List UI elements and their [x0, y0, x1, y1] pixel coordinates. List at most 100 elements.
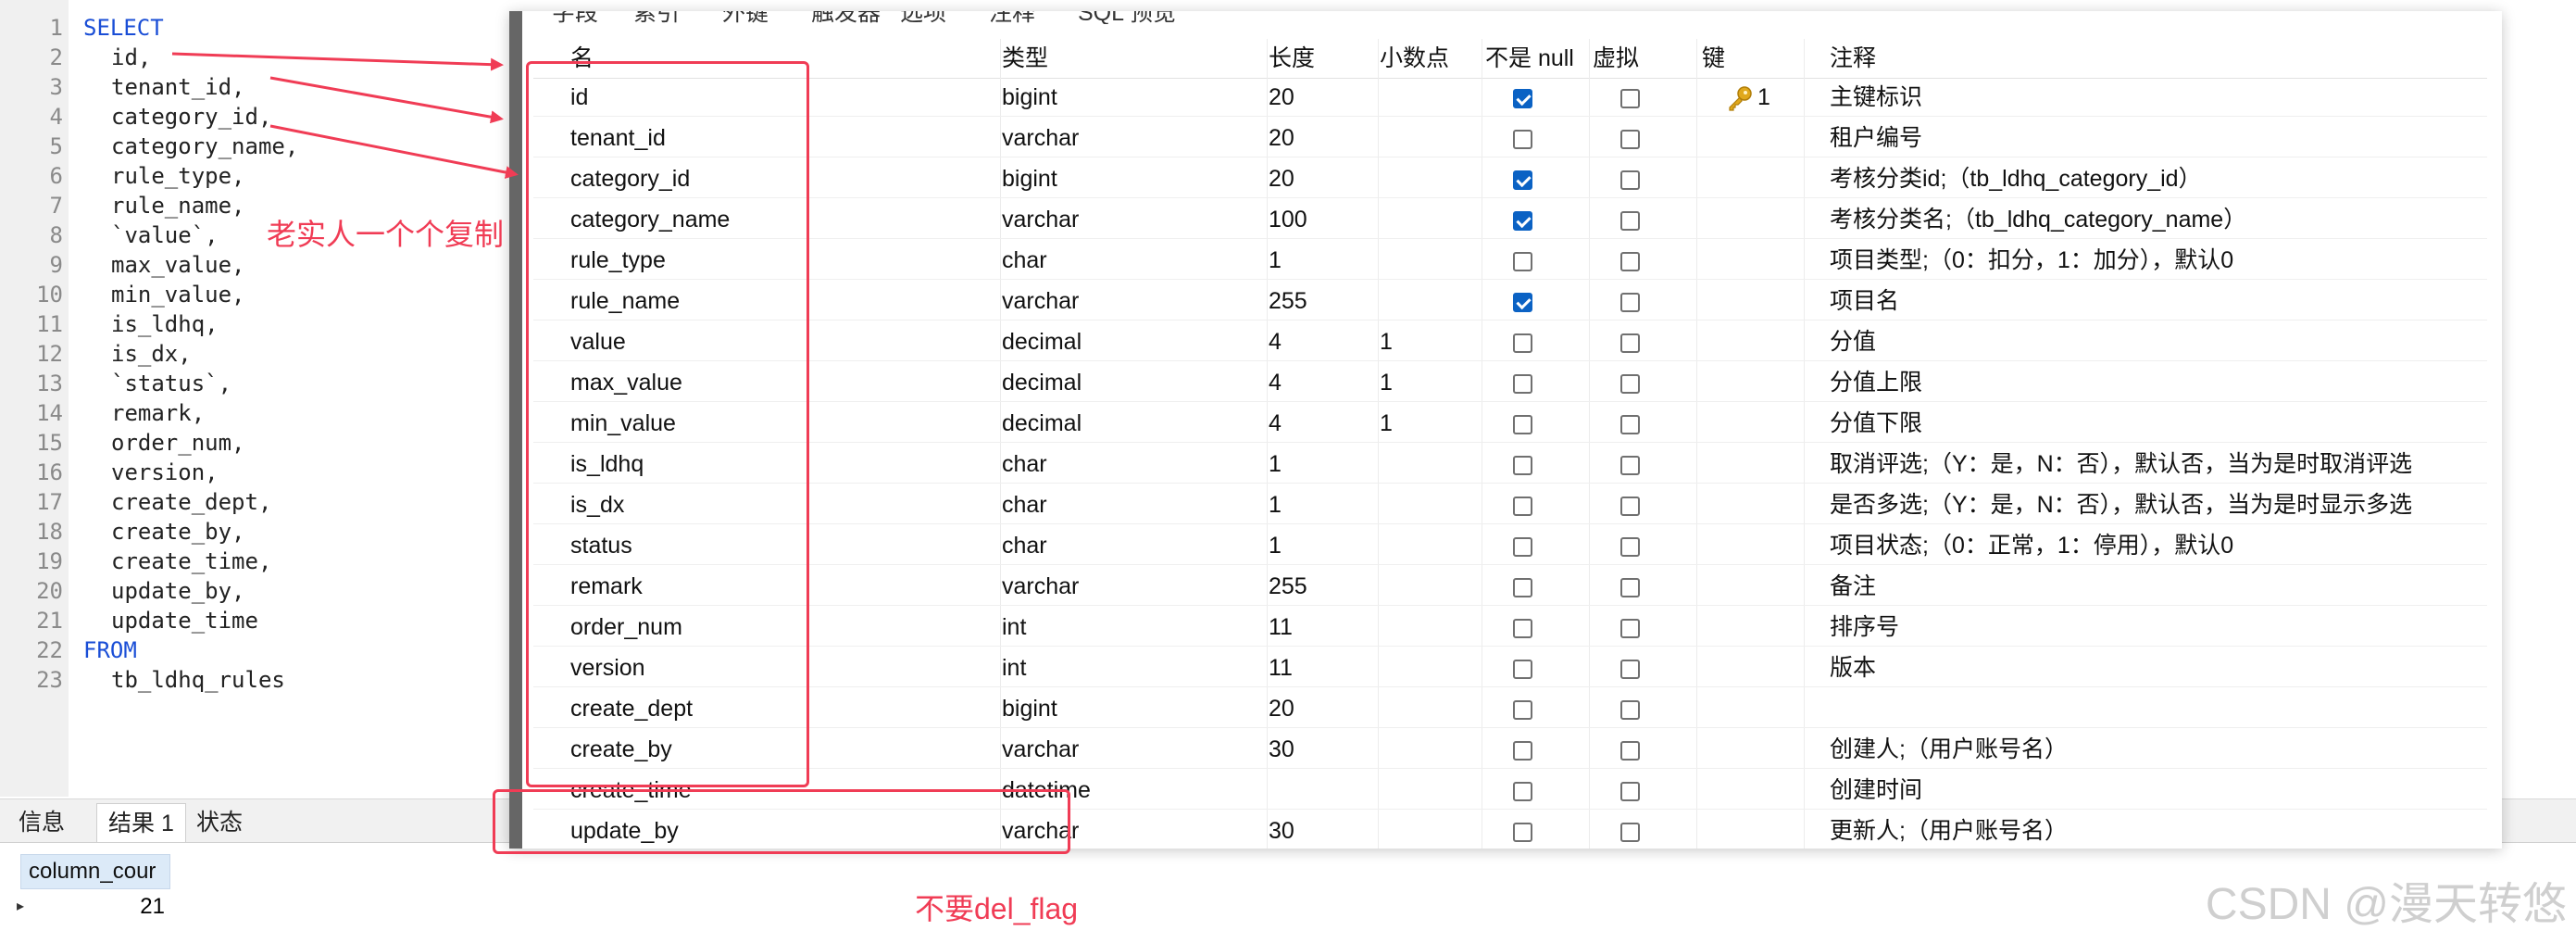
- field-row[interactable]: is_dx char 1 是否多选;（Y：是，N：否），默认否，当为是时显示多选: [533, 487, 2487, 524]
- field-decimals-cell[interactable]: [1380, 487, 1482, 523]
- field-comment-cell[interactable]: [1830, 691, 2419, 727]
- code-line[interactable]: 22 FROM: [0, 635, 519, 665]
- virtual-checkbox[interactable]: [1620, 333, 1640, 353]
- virtual-checkbox[interactable]: [1620, 537, 1640, 557]
- field-comment-cell[interactable]: 创建人;（用户账号名）: [1830, 732, 2419, 768]
- field-row[interactable]: order_num int 11 排序号: [533, 610, 2487, 647]
- field-length-cell[interactable]: 20: [1269, 80, 1370, 116]
- field-row[interactable]: rule_type char 1 项目类型;（0：扣分，1：加分），默认0: [533, 243, 2487, 280]
- field-key-cell[interactable]: [1726, 283, 1819, 320]
- virtual-checkbox[interactable]: [1620, 415, 1640, 434]
- field-length-cell[interactable]: 4: [1269, 365, 1370, 401]
- not-null-checkbox[interactable]: [1513, 537, 1532, 557]
- field-decimals-cell[interactable]: [1380, 528, 1482, 564]
- code-line[interactable]: 15 order_num,: [0, 428, 519, 458]
- virtual-checkbox[interactable]: [1620, 130, 1640, 149]
- field-key-cell[interactable]: [1726, 691, 1819, 727]
- field-type-cell[interactable]: varchar: [1002, 120, 1261, 157]
- header-key[interactable]: 键: [1702, 39, 1725, 78]
- field-type-cell[interactable]: char: [1002, 487, 1261, 523]
- field-row[interactable]: tenant_id varchar 20 租户编号: [533, 120, 2487, 157]
- field-key-cell[interactable]: [1726, 610, 1819, 646]
- not-null-checkbox[interactable]: [1513, 293, 1532, 312]
- not-null-checkbox[interactable]: [1513, 456, 1532, 475]
- field-length-cell[interactable]: 1: [1269, 243, 1370, 279]
- field-type-cell[interactable]: decimal: [1002, 365, 1261, 401]
- field-decimals-cell[interactable]: [1380, 283, 1482, 320]
- field-row[interactable]: category_id bigint 20 考核分类id;（tb_ldhq_categ…: [533, 161, 2487, 198]
- field-length-cell[interactable]: 4: [1269, 324, 1370, 360]
- sql-editor[interactable]: 1 SELECT 2 id, 3 tenant_id, 4 category_id, 5 cate…: [0, 0, 519, 797]
- field-type-cell[interactable]: varchar: [1002, 283, 1261, 320]
- virtual-checkbox[interactable]: [1620, 823, 1640, 842]
- virtual-checkbox[interactable]: [1620, 578, 1640, 597]
- code-line[interactable]: 21 update_time: [0, 606, 519, 635]
- virtual-checkbox[interactable]: [1620, 456, 1640, 475]
- code-line[interactable]: 14 remark,: [0, 398, 519, 428]
- field-comment-cell[interactable]: 分值上限: [1830, 365, 2419, 401]
- field-key-cell[interactable]: [1726, 202, 1819, 238]
- field-type-cell[interactable]: bigint: [1002, 80, 1261, 116]
- code-line[interactable]: 2 id,: [0, 43, 519, 72]
- field-decimals-cell[interactable]: [1380, 446, 1482, 483]
- field-decimals-cell[interactable]: [1380, 161, 1482, 197]
- not-null-checkbox[interactable]: [1513, 211, 1532, 231]
- field-decimals-cell[interactable]: [1380, 813, 1482, 849]
- field-length-cell[interactable]: 11: [1269, 650, 1370, 686]
- code-line[interactable]: 19 create_time,: [0, 547, 519, 576]
- tab-status[interactable]: 状态: [185, 803, 254, 842]
- field-key-cell[interactable]: [1726, 487, 1819, 523]
- code-line[interactable]: 13 `status`,: [0, 369, 519, 398]
- field-comment-cell[interactable]: 考核分类名;（tb_ldhq_category_name）: [1830, 202, 2419, 238]
- field-comment-cell[interactable]: 是否多选;（Y：是，N：否），默认否，当为是时显示多选: [1830, 487, 2419, 523]
- tab-foreign-keys[interactable]: 外键: [722, 11, 769, 24]
- field-comment-cell[interactable]: 考核分类id;（tb_ldhq_category_id）: [1830, 161, 2419, 197]
- code-line[interactable]: 4 category_id,: [0, 102, 519, 132]
- field-key-cell[interactable]: [1726, 732, 1819, 768]
- field-comment-cell[interactable]: 取消评选;（Y：是，N：否），默认否，当为是时取消评选: [1830, 446, 2419, 483]
- field-row[interactable]: create_dept bigint 20: [533, 691, 2487, 728]
- field-key-cell[interactable]: 1: [1726, 80, 1819, 116]
- not-null-checkbox[interactable]: [1513, 700, 1532, 720]
- field-decimals-cell[interactable]: [1380, 732, 1482, 768]
- field-row[interactable]: rule_name varchar 255 项目名: [533, 283, 2487, 321]
- field-length-cell[interactable]: [1269, 773, 1370, 809]
- field-comment-cell[interactable]: 项目类型;（0：扣分，1：加分），默认0: [1830, 243, 2419, 279]
- field-key-cell[interactable]: [1726, 528, 1819, 564]
- field-length-cell[interactable]: 255: [1269, 569, 1370, 605]
- field-key-cell[interactable]: [1726, 243, 1819, 279]
- header-comment[interactable]: 注释: [1830, 39, 1876, 78]
- result-grid[interactable]: column_cour ▸ 21: [17, 854, 170, 928]
- code-line[interactable]: 18 create_by,: [0, 517, 519, 547]
- field-length-cell[interactable]: 20: [1269, 161, 1370, 197]
- field-key-cell[interactable]: [1726, 813, 1819, 849]
- code-line[interactable]: 11 is_ldhq,: [0, 309, 519, 339]
- field-decimals-cell[interactable]: [1380, 610, 1482, 646]
- result-column-header[interactable]: column_cour: [20, 854, 170, 889]
- not-null-checkbox[interactable]: [1513, 619, 1532, 638]
- code-line[interactable]: 9 max_value,: [0, 250, 519, 280]
- field-row[interactable]: version int 11 版本: [533, 650, 2487, 687]
- field-type-cell[interactable]: char: [1002, 446, 1261, 483]
- not-null-checkbox[interactable]: [1513, 660, 1532, 679]
- field-type-cell[interactable]: bigint: [1002, 161, 1261, 197]
- tab-fields[interactable]: 字段: [552, 11, 598, 24]
- code-line[interactable]: 5 category_name,: [0, 132, 519, 161]
- field-comment-cell[interactable]: 排序号: [1830, 610, 2419, 646]
- field-decimals-cell[interactable]: [1380, 120, 1482, 157]
- field-row[interactable]: id bigint 20 1 主键标识: [533, 80, 2487, 117]
- field-length-cell[interactable]: 30: [1269, 732, 1370, 768]
- virtual-checkbox[interactable]: [1620, 170, 1640, 190]
- code-line[interactable]: 10 min_value,: [0, 280, 519, 309]
- code-line[interactable]: 16 version,: [0, 458, 519, 487]
- code-line[interactable]: 12 is_dx,: [0, 339, 519, 369]
- field-comment-cell[interactable]: 分值: [1830, 324, 2419, 360]
- field-key-cell[interactable]: [1726, 569, 1819, 605]
- virtual-checkbox[interactable]: [1620, 660, 1640, 679]
- field-row[interactable]: category_name varchar 100 考核分类名;（tb_ldhq_ca…: [533, 202, 2487, 239]
- field-decimals-cell[interactable]: 1: [1380, 324, 1482, 360]
- field-row[interactable]: create_by varchar 30 创建人;（用户账号名）: [533, 732, 2487, 769]
- field-comment-cell[interactable]: 主键标识: [1830, 80, 2419, 116]
- header-type[interactable]: 类型: [1002, 39, 1048, 78]
- virtual-checkbox[interactable]: [1620, 89, 1640, 108]
